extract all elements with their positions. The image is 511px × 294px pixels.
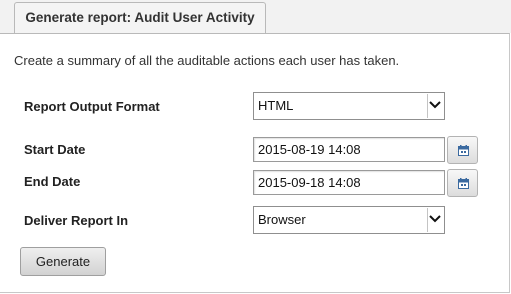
- report-description: Create a summary of all the auditable ac…: [14, 53, 400, 68]
- start-date-input[interactable]: 2015-08-19 14:08: [253, 137, 445, 162]
- generate-button[interactable]: Generate: [20, 247, 106, 276]
- output-format-select[interactable]: HTML: [253, 92, 445, 120]
- start-date-calendar-button[interactable]: [447, 136, 478, 164]
- end-date-label: End Date: [24, 174, 81, 189]
- end-date-input[interactable]: 2015-09-18 14:08: [253, 170, 445, 195]
- output-format-value: HTML: [258, 98, 294, 113]
- tab-bar: Generate report: Audit User Activity: [0, 0, 511, 33]
- tab-generate-report[interactable]: Generate report: Audit User Activity: [14, 2, 266, 33]
- end-date-calendar-button[interactable]: [447, 169, 478, 197]
- calendar-icon: [458, 178, 469, 189]
- start-date-label: Start Date: [24, 142, 86, 157]
- deliver-in-label: Deliver Report In: [24, 213, 129, 228]
- chevron-down-icon: [427, 208, 443, 232]
- calendar-icon: [458, 145, 469, 156]
- output-format-label: Report Output Format: [24, 99, 160, 114]
- deliver-in-select[interactable]: Browser: [253, 206, 445, 234]
- deliver-in-value: Browser: [258, 212, 306, 227]
- chevron-down-icon: [427, 94, 443, 118]
